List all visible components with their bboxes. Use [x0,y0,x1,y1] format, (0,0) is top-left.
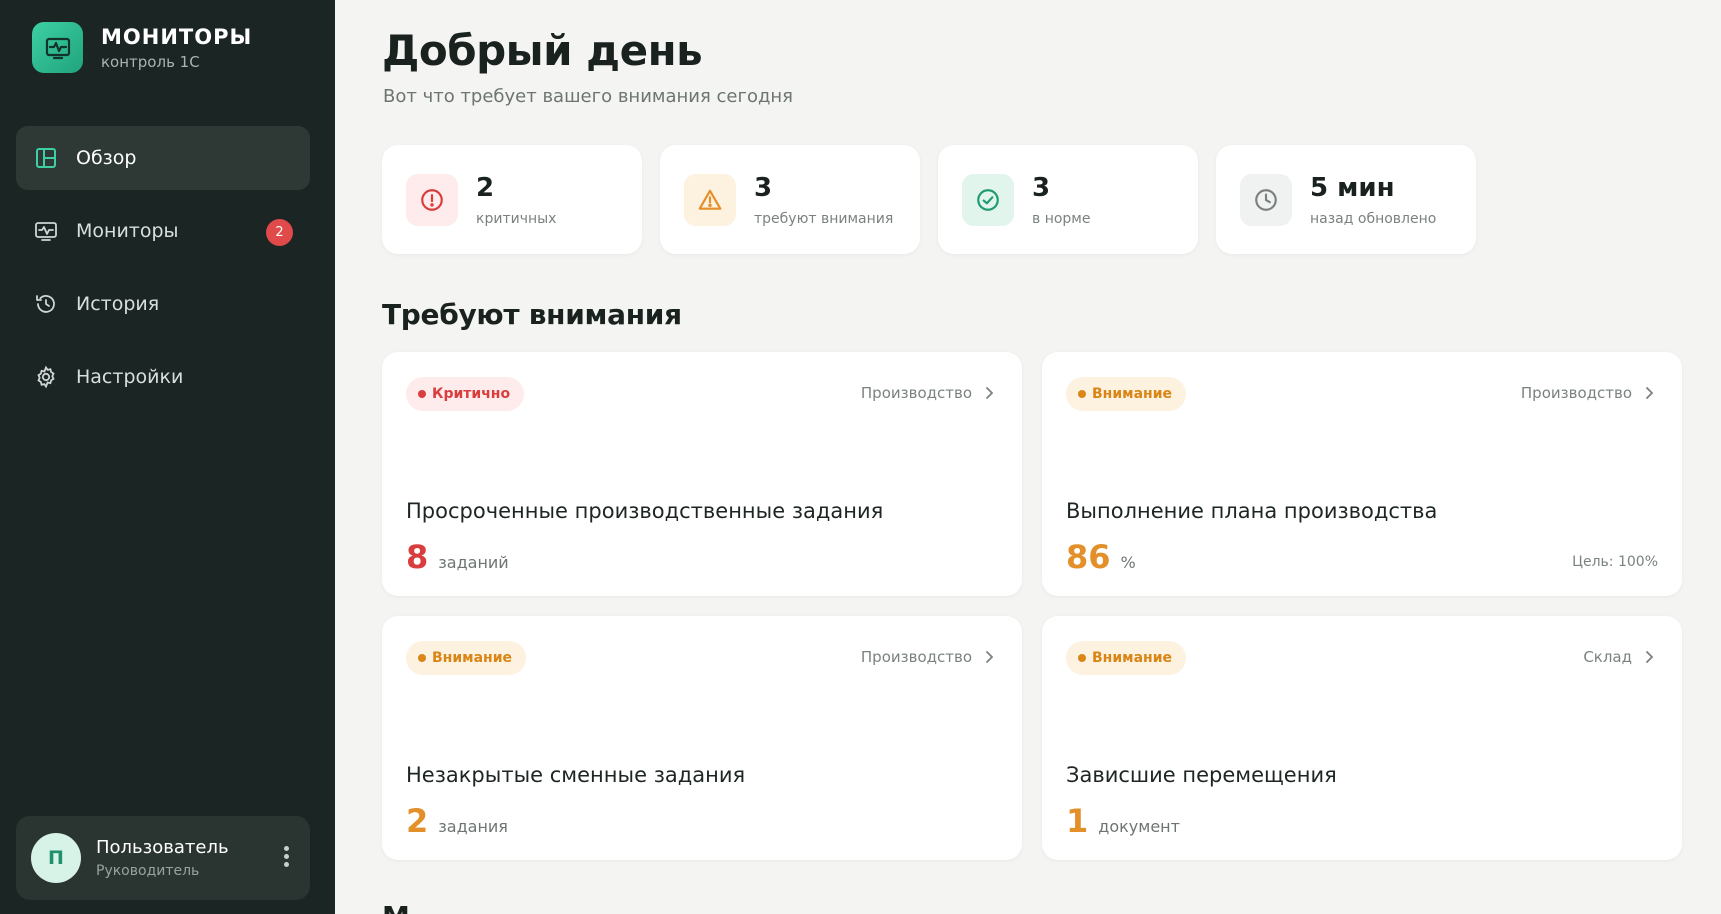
chevron-right-icon [986,651,994,663]
alert-card[interactable]: Внимание Склад Зависшие перемещения 1 до… [1042,616,1682,860]
sidebar-item-settings[interactable]: Настройки [16,345,310,409]
main-content: Добрый день Вот что требует вашего внима… [382,0,1682,914]
page-subtitle: Вот что требует вашего внимания сегодня [383,86,794,107]
page-title: Добрый день [382,26,703,75]
chevron-right-icon [1646,387,1654,399]
sidebar-item-label: История [76,293,160,315]
user-card[interactable]: П Пользователь Руководитель [16,816,310,900]
card-category[interactable]: Производство [861,384,996,402]
sidebar-item-history[interactable]: История [16,272,310,336]
card-category-label: Склад [1583,648,1632,666]
card-category-label: Производство [1520,384,1632,402]
stat-label: критичных [476,210,557,227]
stat-value: 3 [1032,172,1051,203]
status-badge: Внимание [406,641,527,675]
status-badge: Внимание [1066,377,1187,411]
card-value: 1 [1066,802,1089,840]
chevron-right-icon [986,387,994,399]
brand-title: МОНИТОРЫ [101,24,253,49]
card-title: Выполнение плана производства [1066,499,1438,523]
status-badge: Внимание [1066,641,1187,675]
sidebar: МОНИТОРЫ контроль 1С Обзор Мониторы 2 Ис… [0,0,335,914]
stat-value: 2 [476,172,495,203]
sidebar-item-overview[interactable]: Обзор [16,126,310,190]
sidebar-item-label: Обзор [76,147,137,169]
card-category[interactable]: Склад [1583,648,1656,666]
chevron-right-icon [1646,651,1654,663]
stat-card-warning[interactable]: 3 требуют внимания [660,145,920,254]
warning-triangle-icon [684,173,736,226]
stats-row: 2 критичных 3 требуют внимания 3 в норме… [382,145,1476,254]
card-value: 2 [406,802,429,840]
card-value: 86 [1066,538,1111,576]
stat-value: 3 [754,172,773,203]
card-title: Зависшие перемещения [1066,763,1337,787]
stat-card-critical[interactable]: 2 критичных [382,145,642,254]
sidebar-item-label: Мониторы [76,220,179,242]
card-unit: документ [1098,817,1180,836]
section-title: Требуют внимания [382,298,682,331]
card-category-label: Производство [860,384,972,402]
card-goal: Цель: 100% [1572,554,1658,570]
card-unit: % [1120,553,1136,572]
stat-label: назад обновлено [1310,210,1437,227]
card-category[interactable]: Производство [861,648,996,666]
brand-subtitle: контроль 1С [101,52,200,71]
alert-card[interactable]: Критично Производство Просроченные произ… [382,352,1022,596]
stat-card-ok[interactable]: 3 в норме [938,145,1198,254]
card-category[interactable]: Производство [1521,384,1656,402]
gear-icon [33,364,59,390]
clock-icon [1240,173,1292,226]
notification-badge: 2 [266,219,293,246]
stat-value: 5 мин [1310,172,1395,203]
more-vertical-icon[interactable] [284,846,290,867]
user-name: Пользователь [96,837,229,858]
alert-card[interactable]: Внимание Производство Выполнение плана п… [1042,352,1682,596]
monitor-pulse-icon [32,22,83,73]
card-category-label: Производство [860,648,972,666]
alert-card[interactable]: Внимание Производство Незакрытые сменные… [382,616,1022,860]
brand[interactable]: МОНИТОРЫ контроль 1С [32,22,252,73]
check-circle-icon [962,173,1014,226]
card-title: Незакрытые сменные задания [406,763,746,787]
card-title: Просроченные производственные задания [406,499,884,523]
monitor-icon [33,218,59,244]
card-unit: заданий [438,553,509,572]
card-value: 8 [406,538,429,576]
next-section-title: М [382,900,410,914]
stat-label: требуют внимания [754,210,894,227]
layout-icon [33,145,59,171]
user-role: Руководитель [96,863,200,879]
avatar: П [31,833,81,883]
status-badge: Критично [406,377,525,411]
stat-label: в норме [1032,210,1091,227]
sidebar-item-monitors[interactable]: Мониторы 2 [16,199,310,263]
card-unit: задания [438,817,508,836]
alert-circle-icon [406,173,458,226]
history-icon [33,291,59,317]
sidebar-nav: Обзор Мониторы 2 История Настройки [16,126,310,418]
sidebar-item-label: Настройки [76,366,184,388]
stat-card-updated[interactable]: 5 мин назад обновлено [1216,145,1476,254]
